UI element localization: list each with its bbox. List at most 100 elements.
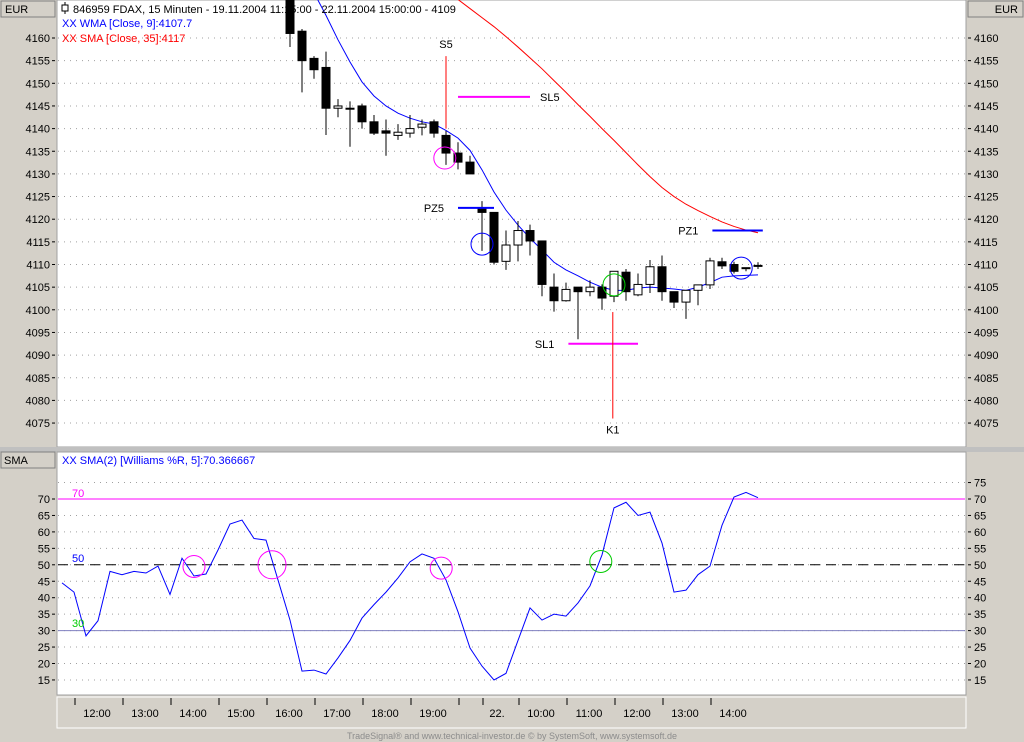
candle-body [537, 240, 547, 285]
time-label: 13:00 [671, 708, 699, 720]
indicator-tick-label-left: 60 [38, 527, 50, 539]
price-tick-label-left: 4135 [26, 146, 50, 158]
candle-body [741, 267, 751, 270]
panel-splitter[interactable] [0, 447, 1024, 452]
price-tick-label-left: 4115 [26, 237, 50, 249]
candle-body [417, 123, 427, 128]
candle-body [357, 105, 367, 123]
candle-body [345, 107, 355, 110]
price-tick-label-right: 4090 [974, 350, 998, 362]
price-tick-label-left: 4095 [26, 327, 50, 339]
level-70-label: 70 [72, 488, 84, 500]
price-tick-label-right: 4075 [974, 418, 998, 430]
level-50-label: 50 [72, 553, 84, 565]
candle-body [501, 244, 511, 262]
time-label: 19:00 [419, 708, 447, 720]
indicator-tick-label-left: 55 [38, 543, 50, 555]
candle-body [573, 286, 583, 293]
price-tick-label-right: 4080 [974, 395, 998, 407]
candle-body [333, 105, 343, 109]
price-tick-label-left: 4140 [26, 124, 50, 136]
price-tick-label-left: 4160 [26, 33, 50, 45]
level-label: SL5 [540, 92, 560, 104]
candle-body [585, 286, 595, 293]
price-tick-label-right: 4120 [974, 214, 998, 226]
candle-body [381, 130, 391, 134]
price-tick-label-left: 4145 [26, 101, 50, 113]
time-label: 15:00 [227, 708, 255, 720]
price-tick-label-right: 4130 [974, 169, 998, 181]
price-tick-label-left: 4120 [26, 214, 50, 226]
currency-right: EUR [995, 4, 1018, 16]
time-label: 13:00 [131, 708, 159, 720]
price-tick-label-left: 4110 [26, 260, 50, 272]
indicator-tick-label-right: 70 [974, 494, 986, 506]
indicator-tick-label-right: 25 [974, 642, 986, 654]
level-30-label: 30 [72, 618, 84, 630]
indicator-tick-label-right: 60 [974, 527, 986, 539]
legend-wma[interactable]: XX WMA [Close, 9]:4107.7 [62, 18, 192, 30]
candle-body [321, 66, 331, 109]
price-tick-label-left: 4075 [26, 418, 50, 430]
price-tick-label-right: 4125 [974, 192, 998, 204]
price-tick-label-left: 4150 [26, 78, 50, 90]
level-label: PZ5 [424, 203, 444, 215]
price-tick-label-left: 4090 [26, 350, 50, 362]
price-tick-label-right: 4160 [974, 33, 998, 45]
indicator-tick-label-left: 30 [38, 626, 50, 638]
candle [705, 257, 715, 289]
candle-body [561, 288, 571, 302]
candle-body [513, 230, 523, 246]
price-tick-label-right: 4115 [974, 237, 998, 249]
time-label: 10:00 [527, 708, 555, 720]
indicator-tick-label-right: 15 [974, 675, 986, 687]
candle-body [441, 134, 451, 154]
time-label: 22. [489, 708, 504, 720]
signal-label: K1 [606, 425, 619, 437]
indicator-legend[interactable]: XX SMA(2) [Williams %R, 5]:70.366667 [62, 455, 255, 467]
price-tick-label-left: 4125 [26, 192, 50, 204]
price-tick-label-right: 4095 [974, 327, 998, 339]
legend-sma[interactable]: XX SMA [Close, 35]:4117 [62, 33, 185, 45]
candle-body [633, 283, 643, 296]
price-tick-label-right: 4155 [974, 56, 998, 68]
indicator-tick-label-right: 65 [974, 510, 986, 522]
candle-body [681, 289, 691, 303]
candle-body [369, 121, 379, 134]
indicator-tick-label-right: 55 [974, 543, 986, 555]
candle-body [717, 261, 727, 267]
price-tick-label-left: 4085 [26, 373, 50, 385]
price-tick-label-right: 4145 [974, 101, 998, 113]
time-label: 11:00 [576, 708, 603, 720]
indicator-tick-label-left: 20 [38, 659, 50, 671]
indicator-tick-label-right: 75 [974, 478, 986, 490]
chart-window: EUR EUR 4160 4160 4155 4155 4150 4150 4145 4145… [0, 0, 1024, 742]
candle-body [669, 291, 679, 303]
price-tick-label-right: 4105 [974, 282, 998, 294]
candle-body [621, 271, 631, 293]
candle-body [465, 161, 475, 175]
candle-body [549, 286, 559, 302]
indicator-tick-label-left: 25 [38, 642, 50, 654]
candle-body [597, 286, 607, 299]
footer-credit: TradeSignal® and www.technical-investor.… [347, 731, 677, 741]
time-label: 12:00 [623, 708, 651, 720]
time-label: 14:00 [719, 708, 747, 720]
price-plot-area[interactable] [56, 0, 967, 448]
indicator-tick-label-left: 35 [38, 609, 50, 621]
candle-body [297, 30, 307, 62]
indicator-tick-label-left: 65 [38, 510, 50, 522]
candle-body [705, 260, 715, 286]
price-tick-label-right: 4110 [974, 260, 998, 272]
time-label: 16:00 [275, 708, 303, 720]
price-tick-label-left: 4155 [26, 56, 50, 68]
indicator-tick-label-left: 50 [38, 560, 50, 572]
candle-body [525, 230, 535, 242]
indicator-tick-label-left: 45 [38, 576, 50, 588]
currency-left: EUR [5, 4, 28, 16]
signal-label: S5 [439, 39, 452, 51]
price-tick-label-right: 4100 [974, 305, 998, 317]
indicator-panel-label: SMA [4, 455, 29, 467]
price-tick-label-left: 4080 [26, 395, 50, 407]
price-tick-label-left: 4105 [26, 282, 50, 294]
